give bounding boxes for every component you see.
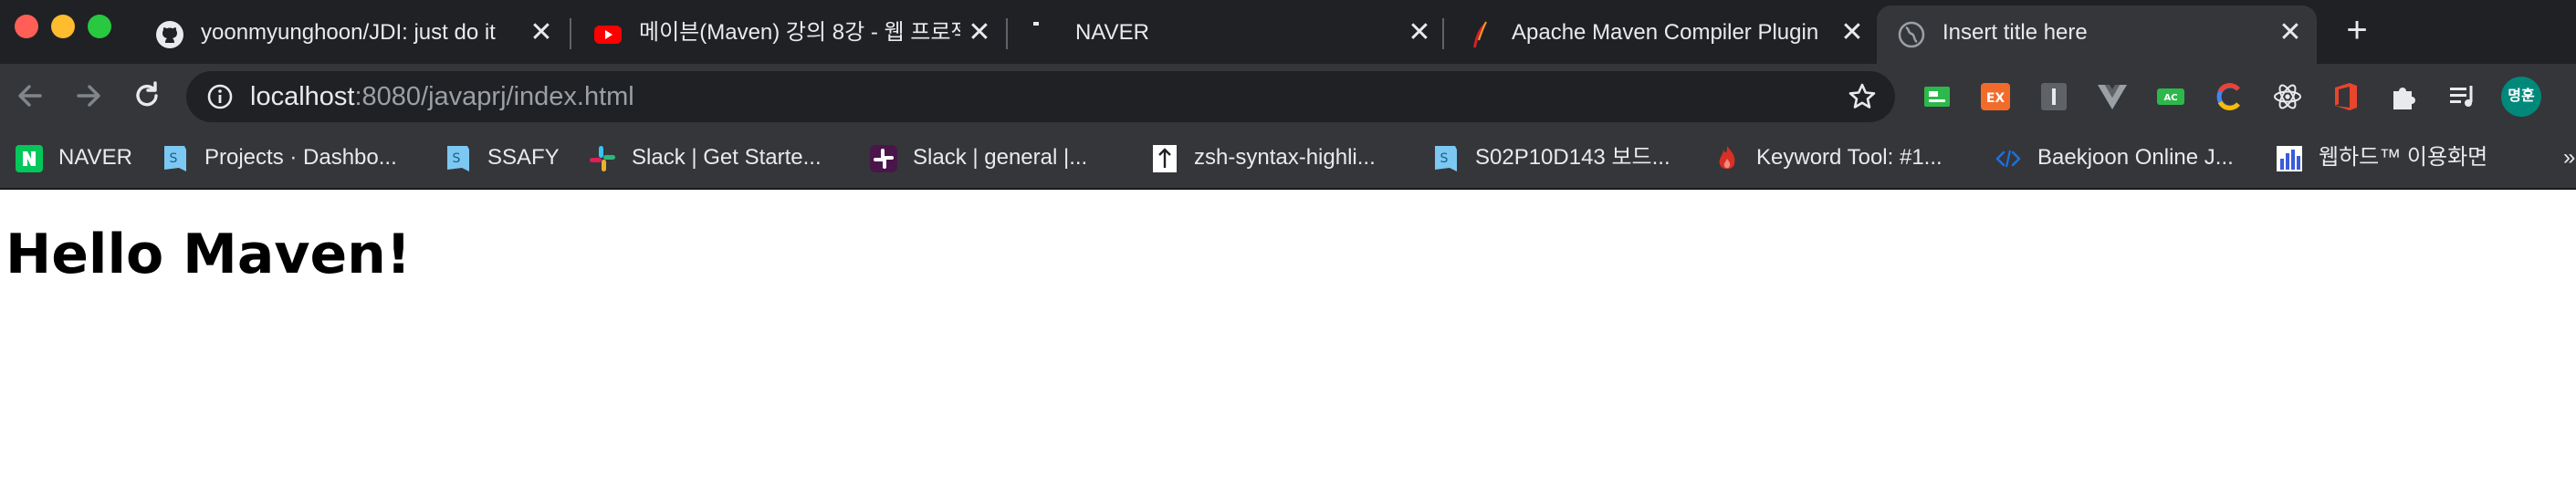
url-text: localhost:8080/javaprj/index.html bbox=[250, 71, 634, 122]
tab-close-button[interactable]: ✕ bbox=[2275, 18, 2306, 49]
chart-icon bbox=[2277, 146, 2302, 171]
window-close-button[interactable] bbox=[15, 15, 38, 38]
extension-ex-icon[interactable]: EX bbox=[1979, 80, 2012, 113]
s-flag-icon: S bbox=[164, 146, 186, 171]
tab-separator bbox=[1442, 18, 1444, 49]
tab-close-button[interactable]: ✕ bbox=[964, 18, 995, 49]
forward-arrow-icon[interactable] bbox=[71, 78, 106, 113]
bookmarks-bar: NAVER S Projects · Dashbo... S SSAFY Sla… bbox=[0, 128, 2576, 190]
extension-office-icon[interactable] bbox=[2330, 80, 2362, 113]
naver-icon bbox=[16, 145, 43, 172]
svg-text:S: S bbox=[170, 151, 178, 166]
s-flag-icon: S bbox=[447, 146, 469, 171]
url-host: localhost bbox=[250, 82, 355, 111]
tab-close-button[interactable]: ✕ bbox=[1837, 18, 1868, 49]
window-maximize-button[interactable] bbox=[88, 15, 111, 38]
bookmark-label: S02P10D143 보드... bbox=[1475, 145, 1670, 170]
github-icon bbox=[156, 21, 183, 48]
page-heading: Hello Maven! bbox=[5, 223, 412, 286]
page-content: Hello Maven! bbox=[0, 190, 2576, 498]
tab-youtube[interactable]: 메이븐(Maven) 강의 8강 - 웹 프로젝트 ✕ bbox=[573, 5, 1002, 64]
address-bar[interactable]: localhost:8080/javaprj/index.html bbox=[186, 71, 1895, 122]
bookmark-label: Slack | general |... bbox=[913, 145, 1088, 170]
bookmark-label: Projects · Dashbo... bbox=[204, 145, 397, 170]
bookmark-label: zsh-syntax-highli... bbox=[1194, 145, 1376, 170]
bookmark-label: SSAFY bbox=[487, 145, 560, 170]
reload-icon[interactable] bbox=[130, 78, 164, 113]
bookmark-star-icon[interactable] bbox=[1848, 82, 1877, 111]
youtube-icon bbox=[594, 26, 622, 44]
svg-text:S: S bbox=[453, 151, 461, 166]
window-minimize-button[interactable] bbox=[51, 15, 75, 38]
tab-title: yoonmyunghoon/JDI: just do it bbox=[201, 20, 496, 45]
bookmarks-overflow-chevron-icon[interactable]: » bbox=[2563, 128, 2575, 188]
svg-text:EX: EX bbox=[1986, 91, 2005, 106]
bookmark-label: Baekjoon Online J... bbox=[2037, 145, 2234, 170]
tab-strip: yoonmyunghoon/JDI: just do it ✕ 메이븐(Mave… bbox=[0, 0, 2576, 64]
svg-text:AC: AC bbox=[2163, 93, 2177, 103]
s-flag-icon: S bbox=[1435, 146, 1457, 171]
info-icon[interactable] bbox=[206, 83, 234, 110]
tab-active-insert-title[interactable]: Insert title here ✕ bbox=[1877, 5, 2317, 64]
bookmark-label: Slack | Get Starte... bbox=[632, 145, 822, 170]
new-tab-button[interactable]: + bbox=[2339, 12, 2375, 49]
tab-title: Insert title here bbox=[1942, 20, 2088, 45]
url-path: :8080/javaprj/index.html bbox=[354, 82, 634, 111]
code-icon bbox=[1995, 150, 2021, 168]
tab-close-button[interactable]: ✕ bbox=[526, 18, 557, 49]
extension-ac-icon[interactable]: AC bbox=[2154, 80, 2187, 113]
bookmark-label: NAVER bbox=[58, 145, 132, 170]
tab-title: NAVER bbox=[1075, 20, 1149, 45]
profile-avatar[interactable]: 명훈 bbox=[2501, 77, 2541, 117]
tab-maven-compiler[interactable]: Apache Maven Compiler Plugin ✕ bbox=[1446, 5, 1875, 64]
tab-naver[interactable]: NAVER ✕ bbox=[1010, 5, 1439, 64]
back-arrow-icon[interactable] bbox=[13, 78, 47, 113]
extension-vue-icon[interactable] bbox=[2096, 80, 2129, 113]
extension-react-icon[interactable] bbox=[2271, 80, 2304, 113]
extension-green-card-icon[interactable] bbox=[1921, 80, 1953, 113]
bookmark-label: Keyword Tool: #1... bbox=[1756, 145, 1942, 170]
extensions-puzzle-icon[interactable] bbox=[2388, 80, 2421, 113]
toolbar: localhost:8080/javaprj/index.html EX AC bbox=[0, 64, 2576, 128]
svg-text:S: S bbox=[1440, 151, 1449, 166]
extension-c-icon[interactable] bbox=[2213, 80, 2246, 113]
tab-separator bbox=[1006, 18, 1008, 49]
bookmark-label: 웹하드™ 이용화면 bbox=[2319, 145, 2488, 170]
tab-github[interactable]: yoonmyunghoon/JDI: just do it ✕ bbox=[135, 5, 564, 64]
page-icon bbox=[1153, 145, 1177, 172]
naver-icon bbox=[1033, 22, 1039, 26]
tab-separator bbox=[570, 18, 571, 49]
tab-close-button[interactable]: ✕ bbox=[1404, 18, 1435, 49]
tab-title: Apache Maven Compiler Plugin bbox=[1512, 20, 1819, 45]
slack-icon bbox=[590, 146, 615, 171]
extension-i-icon[interactable] bbox=[2037, 80, 2070, 113]
globe-icon bbox=[1898, 21, 1925, 48]
media-queue-icon[interactable] bbox=[2446, 80, 2479, 113]
maven-feather-icon bbox=[1473, 21, 1487, 47]
flame-icon bbox=[1719, 146, 1735, 170]
tab-title: 메이븐(Maven) 강의 8강 - 웹 프로젝트 bbox=[639, 20, 960, 45]
slack-icon bbox=[870, 145, 897, 172]
